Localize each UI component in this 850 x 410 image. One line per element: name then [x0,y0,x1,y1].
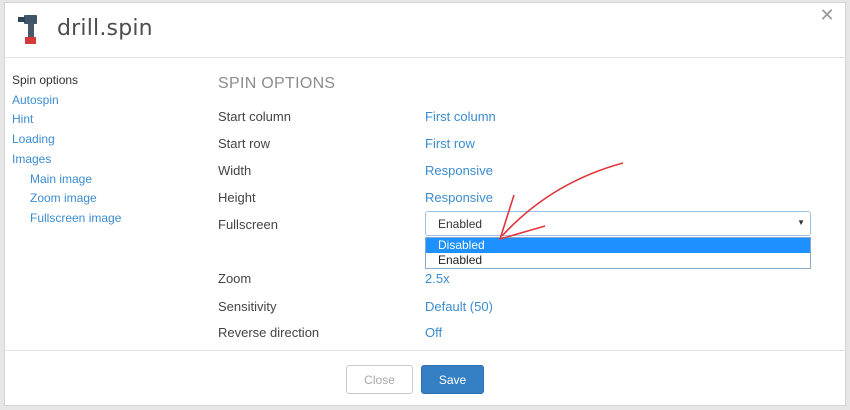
dialog-header: drill.spin ✕ [5,3,845,58]
option-value-start-row[interactable]: First row [425,136,475,151]
option-value-zoom[interactable]: 2.5x [425,271,450,286]
sidebar-item-zoom-image[interactable]: Zoom image [12,189,192,209]
fullscreen-select[interactable]: Enabled ▼ [425,211,811,236]
section-title: SPIN OPTIONS [218,75,336,92]
sidebar: Spin options Autospin Hint Loading Image… [12,71,192,229]
sidebar-item-hint[interactable]: Hint [12,110,192,130]
option-label-start-column: Start column [218,109,291,124]
sidebar-item-autospin[interactable]: Autospin [12,91,192,111]
option-label-fullscreen: Fullscreen [218,217,278,232]
option-label-height: Height [218,190,256,205]
drill-icon [18,15,37,44]
option-value-start-column[interactable]: First column [425,109,496,124]
dropdown-option-enabled[interactable]: Enabled [426,253,810,268]
option-label-zoom: Zoom [218,271,252,286]
option-value-height[interactable]: Responsive [425,190,493,205]
sidebar-item-main-image[interactable]: Main image [12,170,192,190]
fullscreen-dropdown-list: Disabled Enabled [425,237,811,269]
option-value-sensitivity[interactable]: Default (50) [425,299,493,314]
close-button[interactable]: Close [346,365,413,394]
sidebar-item-loading[interactable]: Loading [12,130,192,150]
sidebar-item-spin-options[interactable]: Spin options [12,71,192,91]
option-label-sensitivity: Sensitivity [218,299,277,314]
save-button[interactable]: Save [421,365,484,394]
caret-down-icon: ▼ [797,218,805,227]
fullscreen-select-value: Enabled [438,217,483,231]
app-title: drill.spin [57,16,153,41]
sidebar-item-fullscreen-image[interactable]: Fullscreen image [12,209,192,229]
sidebar-item-images[interactable]: Images [12,150,192,170]
option-value-reverse-direction[interactable]: Off [425,325,442,340]
option-label-width: Width [218,163,252,178]
dialog: drill.spin ✕ Spin options Autospin Hint … [4,2,846,406]
close-icon[interactable]: ✕ [817,5,837,25]
option-value-width[interactable]: Responsive [425,163,493,178]
dialog-footer: Close Save [5,350,845,405]
option-label-reverse-direction: Reverse direction [218,325,320,340]
option-label-start-row: Start row [218,136,271,151]
dropdown-option-disabled[interactable]: Disabled [426,238,810,253]
